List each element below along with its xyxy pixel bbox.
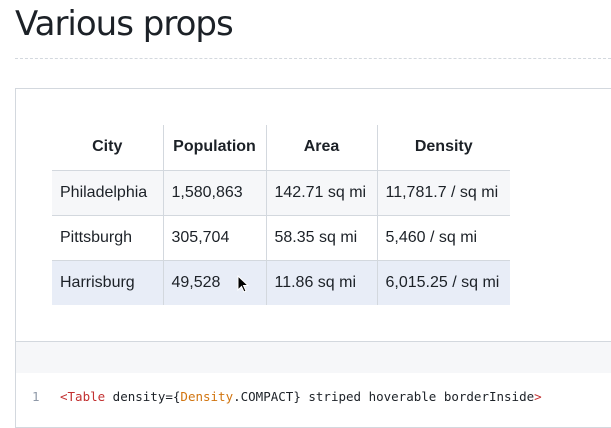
code-token-enum: Density [180, 389, 234, 404]
table-cell: 305,704 [162, 215, 266, 260]
code-token-value: .COMPACT} [233, 389, 301, 404]
code-token-flags: striped hoverable borderInside [300, 389, 535, 404]
column-header-density[interactable]: Density [376, 125, 510, 170]
table-cell: Pittsburgh [60, 228, 133, 246]
mouse-pointer-icon [237, 275, 249, 293]
table-cell: Harrisburg [52, 260, 163, 305]
table-row[interactable]: Pittsburgh 305,704 58.35 sq mi 5,460 / s… [52, 215, 510, 260]
page-title: Various props [15, 4, 234, 44]
table-cell: 58.35 sq mi [265, 215, 377, 260]
table-header-row: City Population Area Density [52, 125, 510, 170]
code-token-tag-close: > [534, 389, 542, 404]
code-block: 1 <Table density={Density.COMPACT} strip… [16, 373, 611, 427]
code-token-attr: density={ [105, 389, 181, 404]
table-cell: 11.86 sq mi [265, 260, 377, 305]
table-cell: 5,460 / sq mi [376, 215, 510, 260]
column-header-city[interactable]: City [52, 125, 163, 170]
table-row[interactable]: Harrisburg 49,528 11.86 sq mi 6,015.25 /… [52, 260, 510, 305]
example-preview: City Population Area Density Philadelphi… [16, 89, 611, 341]
table-cell: Philadelphia [52, 170, 163, 215]
line-number: 1 [32, 389, 40, 404]
column-header-population[interactable]: Population [162, 125, 266, 170]
table-cell: 142.71 sq mi [265, 170, 377, 215]
table-row[interactable]: Philadelphia 1,580,863 142.71 sq mi 11,7… [52, 170, 510, 215]
table-cell: 49,528 [162, 260, 266, 305]
code-token-tag: <Table [60, 389, 106, 404]
title-divider [15, 58, 611, 59]
example-props-bar [16, 341, 611, 374]
data-table: City Population Area Density Philadelphi… [52, 125, 510, 305]
table-cell: 11,781.7 / sq mi [376, 170, 510, 215]
example-card: City Population Area Density Philadelphi… [15, 88, 611, 428]
table-cell: 6,015.25 / sq mi [376, 260, 510, 305]
code-text: <Table density={Density.COMPACT} striped… [60, 389, 542, 404]
column-header-area[interactable]: Area [265, 125, 377, 170]
table-cell: 1,580,863 [162, 170, 266, 215]
